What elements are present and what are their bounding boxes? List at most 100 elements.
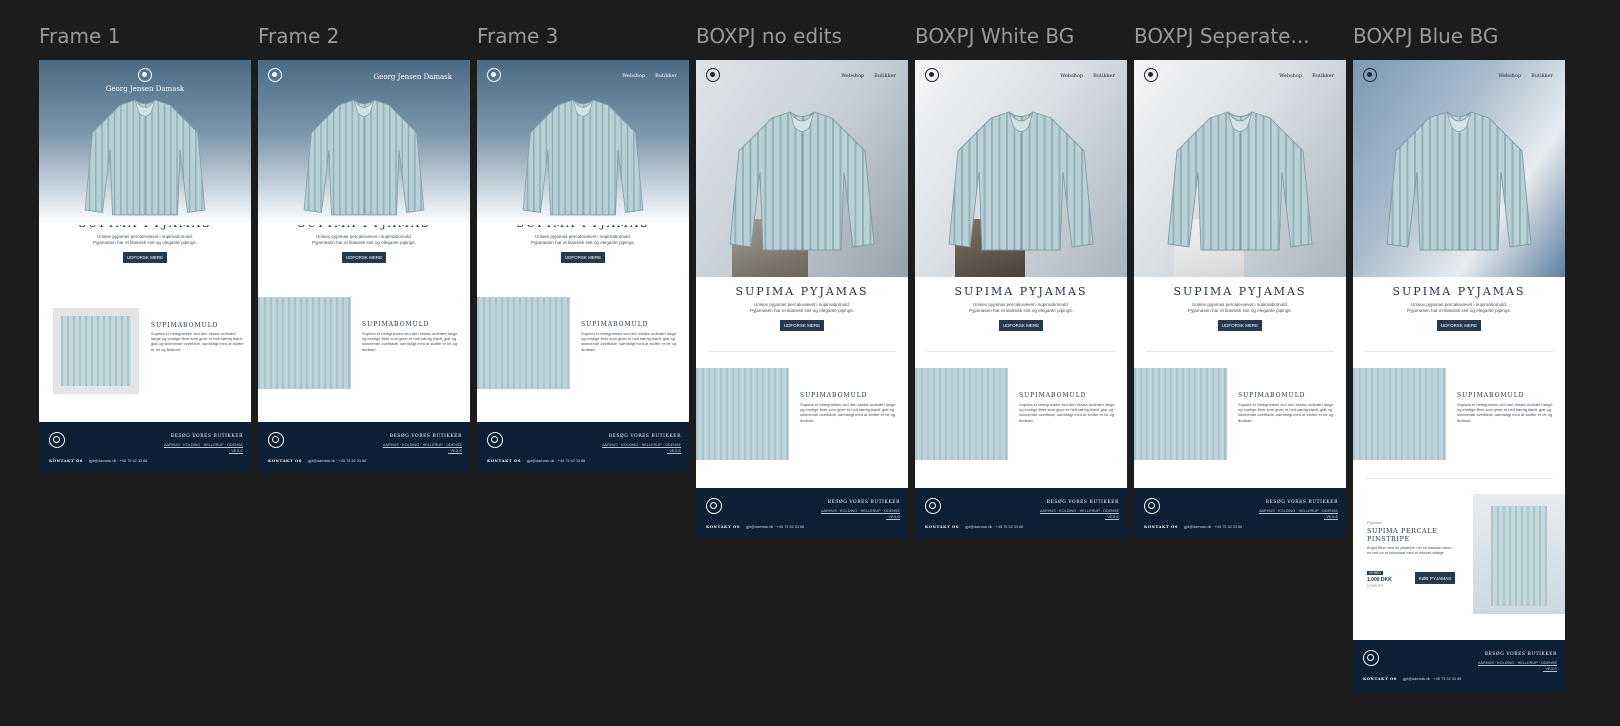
hero-description: Unisex pyjamas percalevævet i supimabomu… <box>531 234 635 245</box>
hanging-pyjama-image <box>727 86 877 276</box>
nav-stores[interactable]: Butikker <box>1312 73 1334 79</box>
pyjama-shirt-image <box>80 95 210 220</box>
section-title: SUPIMABOMULD <box>1019 392 1087 399</box>
top-nav: Webshop Butikker <box>1488 73 1553 79</box>
product-price: 1.000 DKK <box>1367 577 1392 583</box>
product-badge: NYHED <box>1367 571 1383 575</box>
hero-photo: Webshop Butikker <box>1134 60 1346 277</box>
contact-line: KONTAKT OS gjd@damask.dk · +45 75 52 33 8… <box>1144 524 1243 529</box>
explore-button[interactable]: UDFORSK MERE <box>780 320 824 331</box>
hero-description: Unisex pyjamas percalevævet i supimabomu… <box>1407 302 1511 313</box>
store-links[interactable]: AARHUS · KOLDING · HELLERUP · ODENSE · V… <box>1477 660 1557 672</box>
nav-webshop[interactable]: Webshop <box>1060 73 1083 79</box>
nav-stores[interactable]: Butikker <box>655 73 677 79</box>
fabric-image <box>915 368 1008 460</box>
explore-button[interactable]: UDFORSK MERE <box>1437 320 1481 331</box>
hanging-pyjama-image <box>1384 86 1534 276</box>
section-description: Supima er betegnelsen ved den ekstra-ord… <box>1019 402 1115 423</box>
explore-button[interactable]: UDFORSK MERE <box>342 252 386 263</box>
contact-line: KONTAKT OS gjd@damask.dk · +45 75 52 33 8… <box>1363 676 1462 681</box>
hero-description: Unisex pyjamas percalevævet i supimabomu… <box>312 234 416 245</box>
explore-button[interactable]: UDFORSK MERE <box>999 320 1043 331</box>
footer-logo-icon <box>925 498 941 514</box>
contact-line: KONTAKT OS gjd@damask.dk · +45 75 52 33 8… <box>706 524 805 529</box>
brand-logo-icon <box>1363 68 1377 82</box>
hero-photo: Webshop Butikker <box>1353 60 1565 277</box>
frame-label-3[interactable]: Frame 3 <box>477 24 558 48</box>
explore-button[interactable]: UDFORSK MERE <box>123 252 167 263</box>
nav-webshop[interactable]: Webshop <box>841 73 864 79</box>
visit-stores-heading: BESØG VORES BUTIKKER <box>389 434 462 439</box>
email-footer: BESØG VORES BUTIKKER AARHUS · KOLDING · … <box>258 422 470 472</box>
visit-stores-heading: BESØG VORES BUTIKKER <box>827 500 900 505</box>
contact-line: KONTAKT OS gjd@damask.dk · +45 75 52 33 8… <box>925 524 1024 529</box>
section-description: Supima er betegnelsen ved den ekstra-ord… <box>362 331 458 352</box>
hero-banner: Georg Jensen Damask <box>39 60 251 225</box>
nav-stores[interactable]: Butikker <box>874 73 896 79</box>
section-title: SUPIMABOMULD <box>1457 392 1525 399</box>
visit-stores-heading: BESØG VORES BUTIKKER <box>170 434 243 439</box>
contact-line: KONTAKT OS gjd@damask.dk · +45 75 52 33 8… <box>487 458 586 463</box>
frame-label-6[interactable]: BOXPJ Seperate... <box>1134 24 1334 48</box>
frame-1[interactable]: Georg Jensen Damask SUPIMA PYJAMAS Unise… <box>39 60 251 472</box>
frame-3[interactable]: WebshopButikker SUPIMA PYJAMAS Unisex py… <box>477 60 689 472</box>
nav-webshop[interactable]: Webshop <box>1279 73 1302 79</box>
brand-logo-icon <box>925 68 939 82</box>
product-description: Bright Blue med en pinstripe i fin en kl… <box>1367 546 1453 555</box>
hero-description: Unisex pyjamas percalevævet i supimabomu… <box>93 234 197 245</box>
hanging-pyjama-image <box>1165 86 1315 276</box>
supima-section: SUPIMABOMULD Supima er betegnelsen ved d… <box>258 277 470 389</box>
section-description: Supima er betegnelsen ved den ekstra-ord… <box>800 402 896 423</box>
frame-label-2[interactable]: Frame 2 <box>258 24 339 48</box>
fabric-image <box>53 308 139 394</box>
frame-label-7[interactable]: BOXPJ Blue BG <box>1353 24 1498 48</box>
store-links[interactable]: AARHUS · KOLDING · HELLERUP · ODENSE · V… <box>601 442 681 454</box>
top-nav: Webshop Butikker <box>831 73 896 79</box>
store-links[interactable]: AARHUS · KOLDING · HELLERUP · ODENSE · V… <box>1258 508 1338 520</box>
nav-webshop[interactable]: Webshop <box>622 73 645 79</box>
section-description: Supima er betegnelsen ved den ekstra-ord… <box>1238 402 1334 423</box>
frame-boxpj-blue-bg[interactable]: Webshop Butikker SUPIMA PYJAMAS Unisex py… <box>1353 60 1565 692</box>
hero-banner: Georg Jensen Damask <box>258 60 470 225</box>
explore-button[interactable]: UDFORSK MERE <box>561 252 605 263</box>
email-footer: BESØG VORES BUTIKKER AARHUS · KOLDING · … <box>39 422 251 472</box>
top-nav: Webshop Butikker <box>1050 73 1115 79</box>
visit-stores-heading: BESØG VORES BUTIKKER <box>1046 500 1119 505</box>
nav-stores[interactable]: Butikker <box>1531 73 1553 79</box>
fabric-image <box>258 297 351 389</box>
frame-label-4[interactable]: BOXPJ no edits <box>696 24 842 48</box>
frame-2[interactable]: Georg Jensen Damask SUPIMA PYJAMAS Unise… <box>258 60 470 472</box>
frame-label-5[interactable]: BOXPJ White BG <box>915 24 1074 48</box>
supima-section: SUPIMABOMULD Supima er betegnelsen ved d… <box>1134 348 1346 460</box>
hero-title: SUPIMA PYJAMAS <box>954 285 1088 298</box>
frame-boxpj-no-edits[interactable]: Webshop Butikker SUPIMA PYJAMAS Unisex py… <box>696 60 908 538</box>
section-title: SUPIMABOMULD <box>151 322 219 329</box>
store-links[interactable]: AARHUS · KOLDING · HELLERUP · ODENSE · V… <box>382 442 462 454</box>
top-nav: Webshop Butikker <box>612 73 677 79</box>
email-footer: BESØG VORES BUTIKKER AARHUS · KOLDING · … <box>1134 488 1346 538</box>
store-links[interactable]: AARHUS · KOLDING · HELLERUP · ODENSE · V… <box>163 442 243 454</box>
nav-webshop[interactable]: Webshop <box>1498 73 1521 79</box>
store-links[interactable]: AARHUS · KOLDING · HELLERUP · ODENSE · V… <box>1039 508 1119 520</box>
product-note: 5 FARVER <box>1367 584 1384 588</box>
frame-boxpj-white-bg[interactable]: Webshop Butikker SUPIMA PYJAMAS Unisex py… <box>915 60 1127 538</box>
product-card: Pyjamas SUPIMA PERCALE PINSTRIPE Bright … <box>1353 478 1565 633</box>
section-title: SUPIMABOMULD <box>1238 392 1306 399</box>
frame-boxpj-seperate[interactable]: Webshop Butikker SUPIMA PYJAMAS Unisex py… <box>1134 60 1346 538</box>
top-nav: Webshop Butikker <box>1269 73 1334 79</box>
hero-description: Unisex pyjamas percalevævet i supimabomu… <box>750 302 854 313</box>
divider <box>1365 478 1553 479</box>
buy-pyjamas-button[interactable]: KØB PYJAMAS <box>1415 572 1455 584</box>
nav-stores[interactable]: Butikker <box>1093 73 1115 79</box>
hero-title: SUPIMA PYJAMAS <box>1392 285 1526 298</box>
section-title: SUPIMABOMULD <box>800 392 868 399</box>
product-image[interactable] <box>1473 494 1565 614</box>
visit-stores-heading: BESØG VORES BUTIKKER <box>1265 500 1338 505</box>
hero-title: SUPIMA PYJAMAS <box>1173 285 1307 298</box>
frame-label-1[interactable]: Frame 1 <box>39 24 120 48</box>
product-name: SUPIMA PERCALE PINSTRIPE <box>1367 527 1438 543</box>
footer-logo-icon <box>268 432 284 448</box>
footer-logo-icon <box>1363 650 1379 666</box>
store-links[interactable]: AARHUS · KOLDING · HELLERUP · ODENSE · V… <box>820 508 900 520</box>
explore-button[interactable]: UDFORSK MERE <box>1218 320 1262 331</box>
